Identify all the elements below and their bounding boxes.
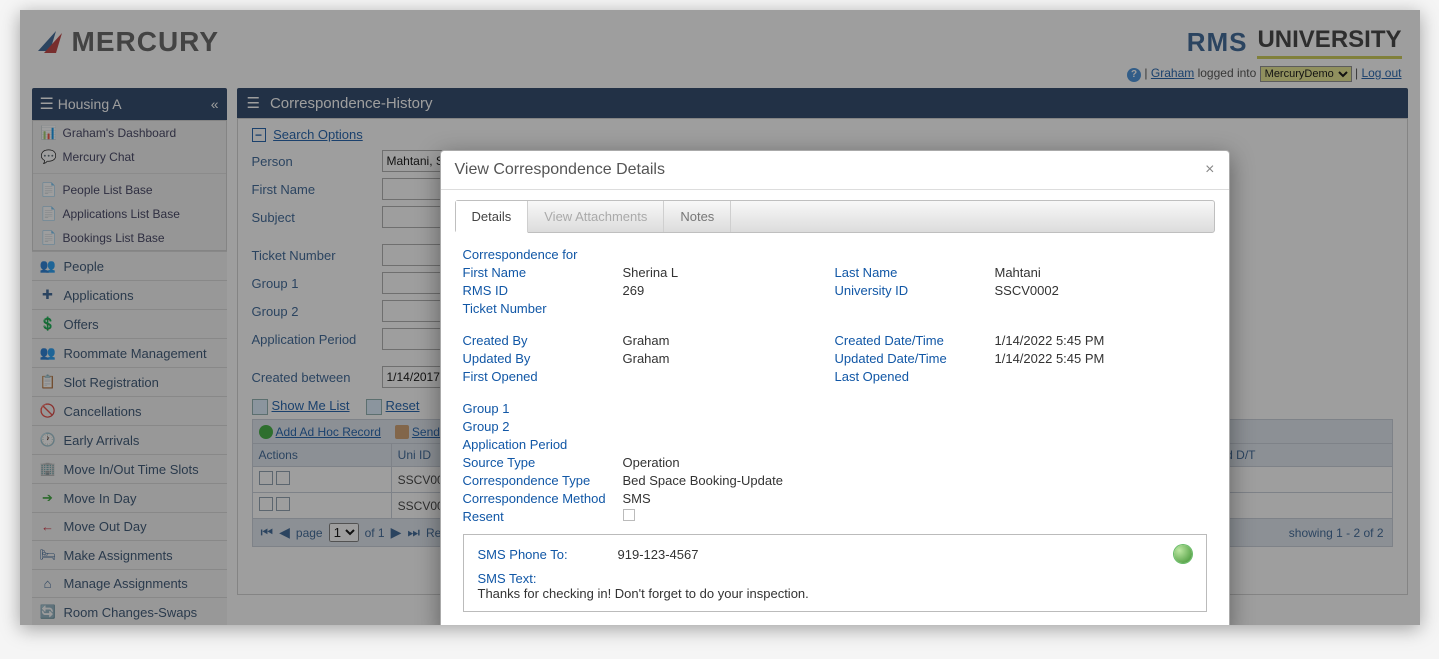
created-dt-label: Created Date/Time [835, 333, 995, 348]
source-type-label: Source Type [463, 455, 623, 470]
tab-notes[interactable]: Notes [664, 201, 731, 232]
modal-title: View Correspondence Details [455, 161, 665, 179]
sms-text-label: SMS Text: [478, 571, 537, 586]
first-opened-label: First Opened [463, 369, 623, 384]
univ-id-value: SSCV0002 [995, 283, 1059, 298]
resent-label: Resent [463, 509, 623, 524]
updated-dt-value: 1/14/2022 5:45 PM [995, 351, 1105, 366]
univ-id-label: University ID [835, 283, 995, 298]
tab-attachments[interactable]: View Attachments [528, 201, 664, 232]
source-type-value: Operation [623, 455, 680, 470]
ticket-label: Ticket Number [463, 301, 623, 316]
corr-method-label: Correspondence Method [463, 491, 623, 506]
corr-type-label: Correspondence Type [463, 473, 623, 488]
first-name-label: First Name [463, 265, 623, 280]
created-by-value: Graham [623, 333, 670, 348]
sms-to-value: 919-123-4567 [618, 547, 699, 562]
created-by-label: Created By [463, 333, 623, 348]
modal-tabs: Details View Attachments Notes [455, 200, 1215, 233]
sms-text-value: Thanks for checking in! Don't forget to … [478, 586, 1192, 601]
resent-checkbox[interactable] [623, 509, 635, 521]
app-period-label: Application Period [463, 437, 623, 452]
group2-label: Group 2 [463, 419, 623, 434]
view-correspondence-modal: View Correspondence Details × Details Vi… [440, 150, 1230, 625]
last-name-label: Last Name [835, 265, 995, 280]
first-name-value: Sherina L [623, 265, 679, 280]
updated-dt-label: Updated Date/Time [835, 351, 995, 366]
correspondence-for-label: Correspondence for [463, 247, 623, 262]
globe-icon[interactable] [1174, 545, 1192, 563]
created-dt-value: 1/14/2022 5:45 PM [995, 333, 1105, 348]
tab-details[interactable]: Details [456, 201, 529, 233]
corr-type-value: Bed Space Booking-Update [623, 473, 783, 488]
corr-method-value: SMS [623, 491, 651, 506]
group1-label: Group 1 [463, 401, 623, 416]
updated-by-value: Graham [623, 351, 670, 366]
sms-box: SMS Phone To: 919-123-4567 SMS Text: Tha… [463, 534, 1207, 612]
rms-id-value: 269 [623, 283, 645, 298]
rms-id-label: RMS ID [463, 283, 623, 298]
last-opened-label: Last Opened [835, 369, 995, 384]
last-name-value: Mahtani [995, 265, 1041, 280]
updated-by-label: Updated By [463, 351, 623, 366]
sms-to-label: SMS Phone To: [478, 547, 618, 562]
close-icon[interactable]: × [1205, 161, 1214, 179]
